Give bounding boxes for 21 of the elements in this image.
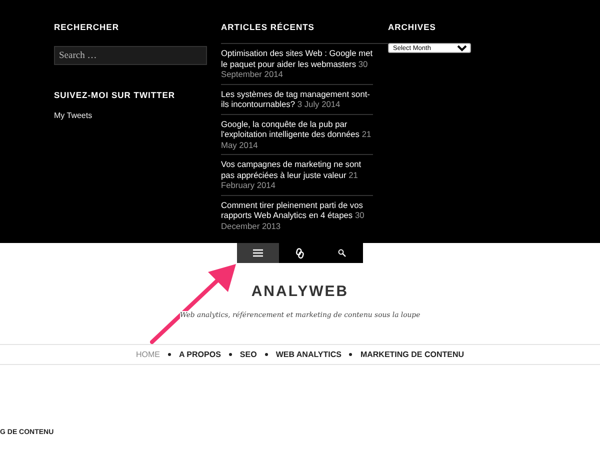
search-field[interactable]: Search … bbox=[54, 46, 207, 65]
search-icon bbox=[338, 249, 346, 257]
toolbar-button[interactable] bbox=[237, 243, 280, 263]
recent-article[interactable]: Google, la conquête de la pub par l'exploitation intelligente des données 21 May 2014 bbox=[221, 114, 373, 155]
recent-article[interactable]: Comment tirer pleinement parti de vos rapports Web Analytics en 4 étapes 30 December 2013 bbox=[221, 196, 373, 235]
nav-link[interactable]: A PROPOS bbox=[178, 350, 221, 359]
recent-article[interactable]: Les systèmes de tag management sont-ils incontournables? 3 July 2014 bbox=[221, 84, 373, 114]
nav-link[interactable]: HOME bbox=[136, 350, 160, 359]
recent-article[interactable]: Vos campagnes de marketing ne sont pas appréciées à leur juste valeur 21 February 2014 bbox=[221, 155, 373, 196]
chain-link-icon bbox=[296, 248, 304, 258]
widget-heading: SUIVEZ-MOI SUR TWITTER bbox=[54, 90, 176, 100]
widget-heading: ARTICLES RÉCENTS bbox=[221, 22, 314, 32]
nav-link[interactable]: SEO bbox=[240, 350, 257, 359]
widget-heading: ARCHIVES bbox=[388, 22, 436, 32]
recent-article[interactable]: Optimisation des sites Web : Google met le paquet pour aider les webmasters 30 September 2014 bbox=[221, 44, 373, 84]
menu-icon bbox=[253, 249, 264, 257]
nav-link[interactable]: MARKETING DE CONTENU bbox=[360, 350, 464, 359]
nav-link[interactable]: WEB ANALYTICS bbox=[276, 350, 342, 359]
site-title[interactable]: ANALYWEB bbox=[251, 283, 349, 300]
widget-heading: RECHERCHER bbox=[54, 22, 119, 32]
tweets-link[interactable]: My Tweets bbox=[54, 111, 92, 120]
